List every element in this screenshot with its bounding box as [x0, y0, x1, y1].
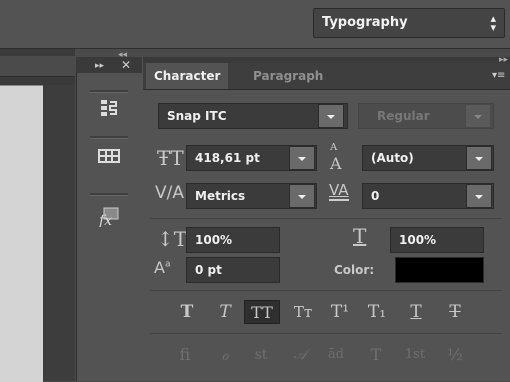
tracking-value: 0 — [371, 189, 380, 203]
superscript-button[interactable]: T¹ — [325, 300, 355, 324]
ligatures-button: ﬁ — [179, 345, 191, 364]
horizontal-scale-value: 100% — [399, 233, 437, 247]
grip-divider — [90, 136, 128, 139]
underline-button[interactable]: T — [401, 300, 431, 324]
small-caps-button[interactable]: Tт — [288, 300, 318, 324]
baseline-shift-field[interactable]: 0 pt — [186, 257, 280, 283]
leading-value: (Auto) — [371, 151, 414, 165]
section-divider — [150, 218, 502, 219]
panel-menu-icon[interactable]: ▾≡ — [492, 70, 505, 81]
grip-divider — [90, 90, 128, 93]
tab-paragraph[interactable]: Paragraph — [245, 63, 331, 89]
vertical-scale-icon: ↕T — [157, 227, 188, 251]
font-size-dropdown[interactable] — [289, 146, 315, 170]
kerning-value: Metrics — [195, 189, 246, 203]
leading-dropdown[interactable] — [466, 146, 492, 170]
function-icon[interactable]: fx — [81, 205, 137, 237]
fractions-button: ½ — [447, 345, 463, 364]
horizontal-scale-icon: T — [353, 224, 367, 248]
svg-text:fx: fx — [98, 213, 112, 227]
workspace-switcher[interactable]: Typography ▴ ▾ — [313, 8, 505, 38]
canvas-pasteboard — [43, 85, 75, 381]
swatches-icon[interactable] — [81, 97, 137, 129]
updown-arrow-icon: ▴ ▾ — [490, 12, 496, 34]
baseline-shift-value: 0 pt — [195, 263, 222, 277]
kerning-icon: V/A — [155, 183, 184, 203]
tracking-icon: VA — [329, 181, 349, 201]
grip-divider — [90, 193, 128, 196]
color-label: Color: — [334, 263, 375, 277]
font-style-dropdown — [465, 104, 491, 128]
document-tab-bar — [0, 56, 75, 77]
vertical-scale-value: 100% — [195, 233, 233, 247]
horizontal-scale-field[interactable]: 100% — [390, 227, 484, 253]
faux-bold-button[interactable]: T — [172, 300, 202, 324]
leading-icon: ᴬA — [330, 140, 342, 173]
expand-icon[interactable]: ▸▸ — [95, 61, 104, 71]
tab-character[interactable]: Character — [146, 63, 229, 89]
grid-icon[interactable] — [81, 142, 137, 174]
section-divider — [150, 333, 502, 334]
font-family-value: Snap ITC — [167, 109, 227, 123]
font-style-value: Regular — [377, 109, 430, 123]
discretionary-ligatures-button: st — [254, 347, 268, 363]
section-divider — [150, 290, 502, 291]
font-size-icon: ŦT — [157, 146, 184, 170]
font-family-dropdown[interactable] — [318, 104, 344, 128]
ordinals-button: 1st — [404, 347, 426, 362]
contextual-alternates-button: ℴ — [221, 345, 229, 364]
close-icon[interactable]: ✕ — [121, 58, 131, 72]
kerning-dropdown[interactable] — [289, 184, 315, 208]
strikethrough-button[interactable]: T — [440, 300, 470, 324]
subscript-button[interactable]: T₁ — [362, 300, 392, 324]
titling-alternates-button: T — [370, 345, 382, 364]
all-caps-button[interactable]: TT — [244, 300, 280, 324]
font-size-value: 418,61 pt — [195, 151, 260, 165]
swash-button: 𝒜 — [293, 347, 307, 363]
stylistic-alternates-button: ād — [327, 347, 345, 362]
tracking-dropdown[interactable] — [466, 184, 492, 208]
workspace-label: Typography — [322, 15, 408, 30]
icon-strip-header — [76, 57, 142, 73]
document-canvas[interactable] — [0, 85, 43, 382]
color-swatch[interactable] — [395, 257, 484, 283]
faux-italic-button[interactable]: T — [210, 300, 240, 324]
baseline-shift-icon: Aa — [154, 258, 171, 277]
vertical-scale-field[interactable]: 100% — [186, 227, 280, 253]
